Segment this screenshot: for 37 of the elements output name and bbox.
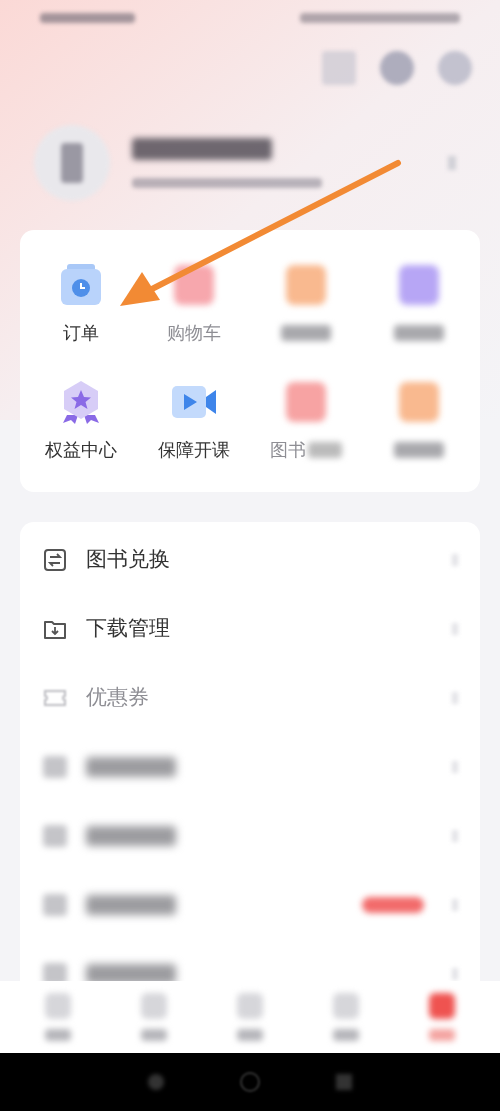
back-icon[interactable]: [148, 1074, 164, 1090]
chevron-icon: [452, 967, 458, 980]
item-label: 购物车: [166, 321, 221, 345]
shortcut-item[interactable]: 权益中心: [25, 361, 138, 478]
item-label: 下载管理: [86, 614, 170, 642]
tab-item[interactable]: [141, 993, 167, 1041]
tab-item[interactable]: [429, 993, 455, 1041]
menu-row[interactable]: 下载管理: [20, 594, 480, 663]
chevron-icon[interactable]: [448, 155, 456, 170]
item-label: 订单: [63, 321, 100, 345]
item-label: 优惠券: [86, 683, 149, 711]
blurred-text: [393, 324, 444, 341]
blurred-icon: [43, 755, 67, 778]
blurred-icon: [286, 381, 327, 422]
item-label: 保障开课: [157, 438, 230, 462]
blurred-icon: [43, 893, 67, 916]
blurred-icon: [398, 264, 439, 305]
blurred-icon: [286, 264, 327, 305]
blurred-icon: [398, 381, 439, 422]
exchange-icon: [43, 547, 67, 572]
item-label: 图书兑换: [86, 545, 170, 573]
menu-row[interactable]: 图书兑换: [20, 525, 480, 594]
shortcut-item[interactable]: 订单: [25, 244, 138, 361]
home-icon[interactable]: [240, 1072, 260, 1092]
blurred-icon: [43, 824, 67, 847]
blurred-icon: [43, 962, 67, 981]
blurred-text: [308, 441, 343, 458]
tab-item[interactable]: [45, 993, 71, 1041]
blurred-text: [393, 441, 444, 458]
item-label: 图书: [270, 438, 307, 462]
blurred-text: [281, 324, 332, 341]
tab-item[interactable]: [333, 993, 359, 1041]
scan-icon[interactable]: [322, 51, 356, 85]
tab-item[interactable]: [237, 993, 263, 1041]
recent-apps-icon[interactable]: [336, 1074, 352, 1090]
shortcut-item[interactable]: 保障开课: [137, 361, 250, 478]
item-label: 权益中心: [45, 438, 118, 462]
